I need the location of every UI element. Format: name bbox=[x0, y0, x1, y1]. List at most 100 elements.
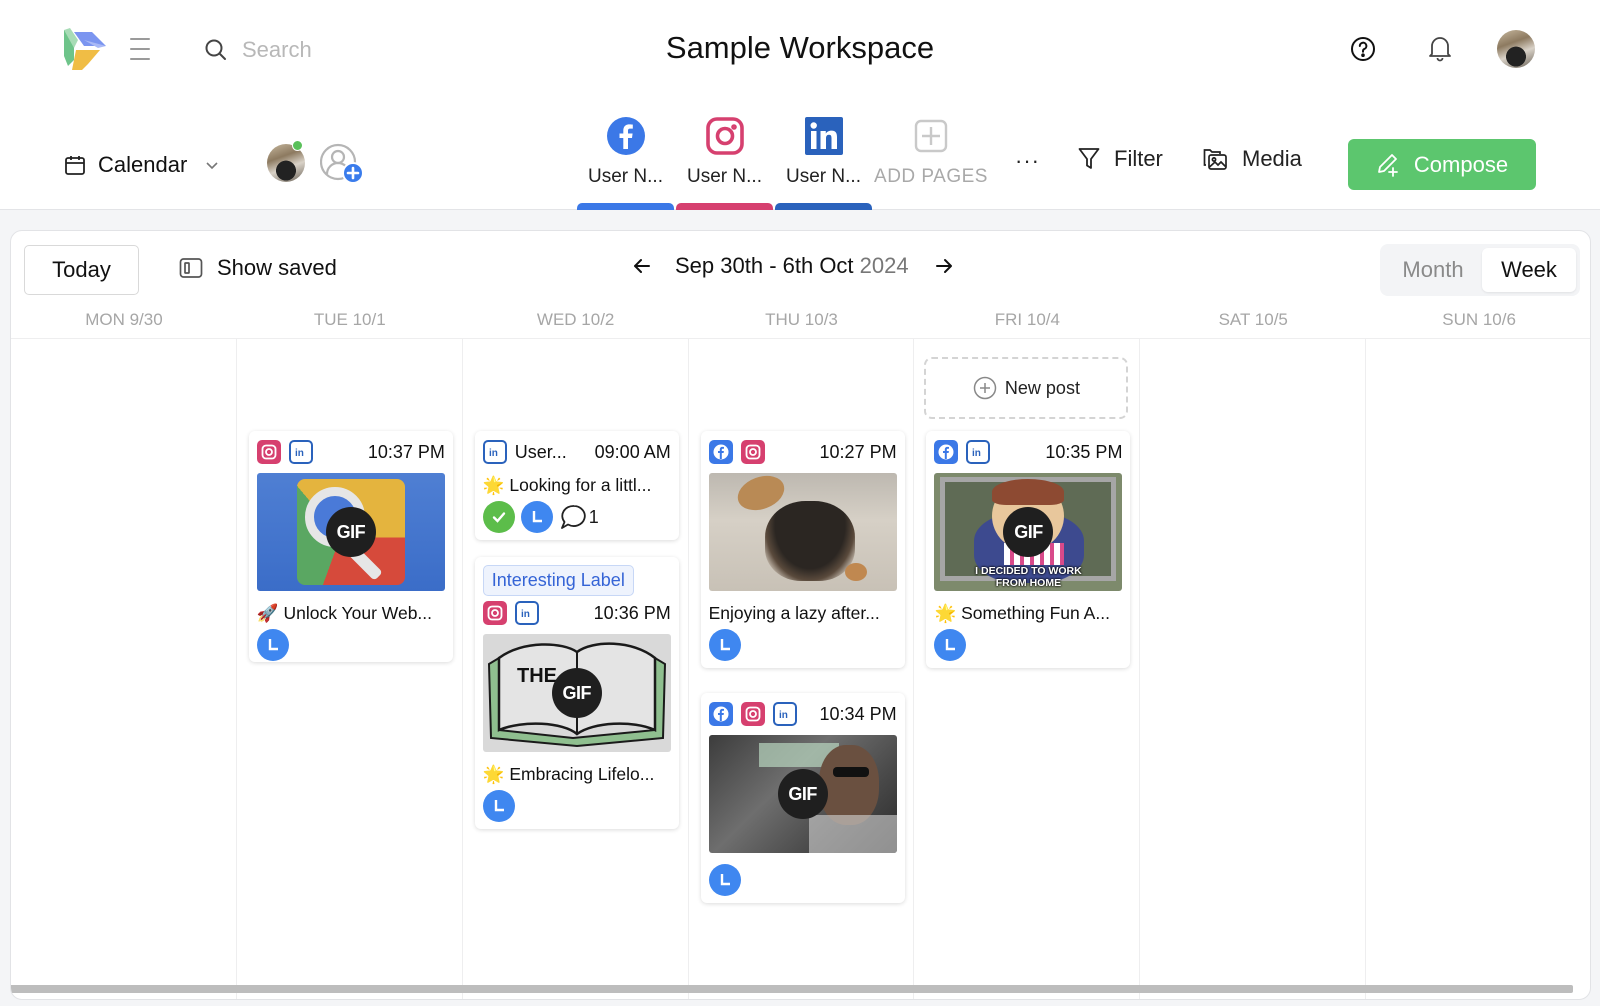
post-time: 10:27 PM bbox=[819, 441, 897, 462]
page-tab-underline bbox=[577, 203, 674, 210]
filter-icon bbox=[1078, 148, 1100, 169]
month-view-tab[interactable]: Month bbox=[1384, 248, 1482, 292]
search-bar[interactable] bbox=[204, 33, 464, 67]
day-header: THU 10/3 bbox=[765, 310, 838, 329]
bell-icon[interactable] bbox=[1426, 34, 1454, 62]
linkedin-icon: in bbox=[966, 440, 991, 464]
post-card[interactable]: in 10:34 PM GIF bbox=[700, 693, 905, 910]
filter-button[interactable]: Filter bbox=[1078, 146, 1163, 172]
media-button[interactable]: Media bbox=[1202, 146, 1302, 172]
page-tab-facebook[interactable]: User N... bbox=[576, 114, 675, 210]
today-button[interactable]: Today bbox=[24, 245, 139, 295]
toolbar: Calendar User N... User N... User N... A… bbox=[0, 100, 1600, 210]
post-card[interactable]: Interesting Label in 10:36 PM THE GIF 🌟 … bbox=[474, 557, 679, 836]
comment-count[interactable]: 1 bbox=[559, 502, 599, 532]
add-pages-button[interactable]: ADD PAGES bbox=[873, 114, 989, 210]
post-card[interactable]: in 10:37 PM GIF 🚀 Unlock Your Web... bbox=[248, 431, 453, 669]
hamburger-icon[interactable] bbox=[130, 38, 150, 60]
linkedin-icon: in bbox=[772, 702, 797, 726]
instagram-icon bbox=[740, 702, 765, 726]
horizontal-scrollbar[interactable] bbox=[11, 985, 1573, 993]
post-header: in 10:36 PM bbox=[475, 600, 679, 626]
media-library-icon bbox=[1203, 149, 1227, 170]
post-status-row bbox=[701, 628, 905, 662]
gif-badge: GIF bbox=[325, 507, 376, 557]
week-view-tab[interactable]: Week bbox=[1482, 248, 1576, 292]
scheduled-clock-icon bbox=[708, 629, 741, 661]
arrow-left-icon[interactable] bbox=[631, 255, 653, 277]
post-card[interactable]: in User... 09:00 AM 🌟 Looking for a litt… bbox=[474, 431, 679, 540]
post-header: in 10:37 PM bbox=[249, 439, 453, 465]
facebook-icon bbox=[708, 702, 733, 726]
help-circle-icon[interactable] bbox=[1350, 36, 1376, 62]
page-tab-linkedin[interactable]: User N... bbox=[774, 114, 873, 210]
view-toggle: Month Week bbox=[1380, 244, 1580, 296]
post-label-chip[interactable]: Interesting Label bbox=[482, 565, 634, 596]
post-user-name: User... bbox=[514, 441, 567, 462]
svg-text:in: in bbox=[972, 448, 981, 459]
filter-label: Filter bbox=[1114, 146, 1163, 171]
date-range-label: Sep 30th - 6th Oct 2024 bbox=[675, 253, 909, 279]
post-caption: 🌟 Something Fun A... bbox=[934, 603, 1110, 623]
new-post-button[interactable]: New post bbox=[924, 357, 1129, 419]
post-header: 10:27 PM bbox=[701, 439, 905, 465]
svg-text:in: in bbox=[489, 448, 498, 459]
post-status-row: 1 bbox=[475, 500, 679, 534]
gif-badge: GIF bbox=[551, 668, 602, 718]
more-options-button[interactable]: ··· bbox=[1015, 148, 1040, 174]
svg-text:in: in bbox=[295, 448, 304, 459]
facebook-icon bbox=[708, 440, 733, 464]
page-tab-underline bbox=[676, 203, 773, 210]
add-user-icon[interactable] bbox=[320, 142, 368, 186]
day-column-tue[interactable]: in 10:37 PM GIF 🚀 Unlock Your Web... bbox=[237, 339, 463, 999]
day-column-sun[interactable] bbox=[1366, 339, 1590, 999]
day-column-wed[interactable]: in User... 09:00 AM 🌟 Looking for a litt… bbox=[463, 339, 689, 999]
post-time: 10:34 PM bbox=[819, 703, 897, 724]
page-tab-label: User N... bbox=[687, 166, 762, 187]
instagram-icon bbox=[256, 440, 281, 464]
sidebar-panel-icon bbox=[179, 258, 203, 278]
date-range-text: Sep 30th - 6th Oct bbox=[675, 253, 854, 278]
svg-text:in: in bbox=[779, 710, 788, 721]
page-tab-underline bbox=[775, 203, 872, 210]
add-pages-label: ADD PAGES bbox=[874, 166, 988, 187]
scheduled-clock-icon bbox=[256, 629, 289, 661]
post-media-thumbnail: GIF I DECIDED TO WORK FROM HOME bbox=[934, 473, 1123, 591]
post-card[interactable]: in 10:35 PM GIF I DECIDED TO WORK FROM H… bbox=[926, 431, 1131, 675]
svg-text:in: in bbox=[521, 609, 530, 620]
chevron-down-icon bbox=[206, 162, 218, 170]
arrow-right-icon[interactable] bbox=[933, 255, 955, 277]
calendar-panel: Today Show saved Sep 30th - 6th Oct 2024… bbox=[10, 230, 1591, 1000]
app-logo-icon[interactable] bbox=[62, 26, 108, 72]
day-column-mon[interactable] bbox=[11, 339, 237, 999]
linkedin-icon: in bbox=[514, 601, 539, 625]
post-header: in 10:35 PM bbox=[926, 439, 1130, 465]
post-card[interactable]: 10:27 PM Enjoying a lazy after... bbox=[700, 431, 905, 668]
linkedin-icon: in bbox=[482, 440, 507, 464]
instagram-icon bbox=[705, 117, 744, 155]
post-status-row bbox=[701, 863, 905, 897]
book-text: THE bbox=[517, 665, 557, 687]
date-range-year: 2024 bbox=[859, 253, 909, 278]
post-caption: 🌟 Looking for a littl... bbox=[482, 475, 652, 495]
day-header: SAT 10/5 bbox=[1218, 310, 1288, 329]
post-media-thumbnail: THE GIF bbox=[482, 634, 671, 752]
day-header: SUN 10/6 bbox=[1442, 310, 1516, 329]
post-media-thumbnail: GIF bbox=[708, 735, 897, 853]
calendar-view-dropdown[interactable]: Calendar bbox=[64, 148, 219, 182]
post-status-row bbox=[249, 628, 453, 662]
user-avatar[interactable] bbox=[1497, 30, 1535, 68]
show-saved-toggle[interactable]: Show saved bbox=[179, 255, 337, 281]
day-column-fri[interactable]: New post in 10:35 PM GIF I DECIDED TO WO… bbox=[914, 339, 1141, 999]
compose-button[interactable]: Compose bbox=[1348, 139, 1536, 190]
page-tab-instagram[interactable]: User N... bbox=[675, 114, 774, 210]
search-input[interactable] bbox=[242, 37, 442, 63]
plus-square-icon bbox=[914, 119, 948, 153]
top-bar: Sample Workspace bbox=[0, 0, 1600, 100]
day-column-sat[interactable] bbox=[1140, 339, 1367, 999]
approved-check-icon bbox=[482, 501, 515, 533]
scheduled-clock-icon bbox=[482, 790, 515, 822]
post-time: 10:35 PM bbox=[1045, 441, 1123, 462]
linkedin-icon bbox=[804, 117, 843, 155]
day-column-thu[interactable]: 10:27 PM Enjoying a lazy after... in 10:… bbox=[689, 339, 915, 999]
